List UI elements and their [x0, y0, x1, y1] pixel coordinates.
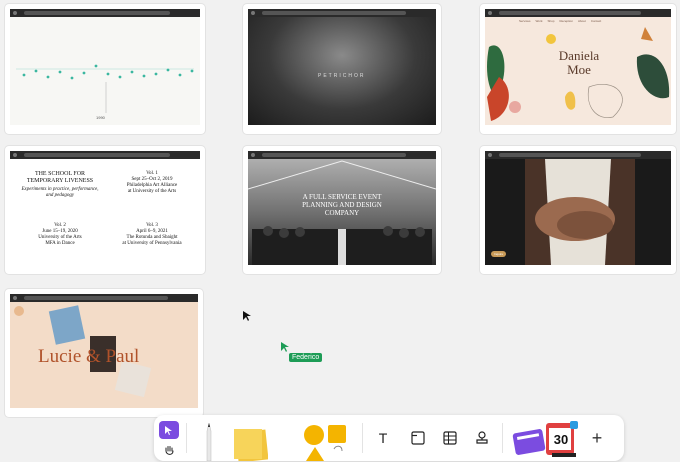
hand-icon	[165, 445, 173, 455]
vol3-block: Vol. 3 April 6–9, 2021 The Rotunda and S…	[114, 223, 190, 247]
collaborator-cursor-icon	[281, 342, 289, 352]
vol1-block: Vol. 1 Sept 25–Oct 2, 2019 Philadelphia …	[114, 171, 190, 195]
table-icon	[443, 431, 457, 445]
nav-item[interactable]: Reception	[559, 19, 573, 23]
collaborator-name-badge: Federico	[289, 353, 323, 362]
vol-line: at University of the Arts	[127, 189, 177, 194]
table-tool-button[interactable]	[440, 428, 460, 448]
school-page: THE SCHOOL FOR TEMPORARY LIVENESS Experi…	[10, 159, 200, 265]
board-frame-hands[interactable]: Inquire	[480, 146, 676, 274]
clouds-page: PETRICHOR	[248, 17, 436, 125]
bottom-toolbar: T 30 +	[154, 415, 624, 461]
more-tools-button[interactable]: +	[586, 427, 608, 449]
vol-line: MFA in Dance	[45, 241, 75, 246]
event-page: A FULL SERVICE EVENT PLANNING AND DESIGN…	[248, 159, 436, 265]
hands-page: Inquire	[485, 159, 671, 265]
widgets-tool-button[interactable]: 30	[512, 419, 582, 459]
stamp-icon	[476, 431, 488, 444]
daniela-title: Daniela Moe	[558, 48, 600, 77]
section-tool-button[interactable]	[408, 428, 428, 448]
couple-photo	[485, 159, 671, 265]
sticky-note-icon	[234, 429, 268, 461]
pen-icon	[206, 423, 212, 461]
nav-item[interactable]: Services	[519, 19, 531, 23]
mouse-pointer-icon	[243, 311, 251, 321]
pointer-icon	[165, 425, 172, 435]
lucie-heading: Lucie & Paul	[38, 346, 140, 367]
plus-icon: +	[591, 427, 603, 448]
text-tool-label: T	[378, 430, 388, 446]
pen-tool-button[interactable]	[202, 423, 216, 461]
nav-item[interactable]: About	[578, 19, 586, 23]
timeline-page: 1990	[10, 17, 200, 125]
board-frame-daniela-moe[interactable]: Services Work Shop Reception About Conta…	[480, 4, 676, 134]
shapes-icon	[304, 425, 346, 461]
sticky-note-tool-button[interactable]	[234, 425, 268, 461]
select-tool-button[interactable]	[159, 421, 179, 439]
timeline-label: 1990	[96, 115, 105, 120]
inquire-button[interactable]: Inquire	[491, 251, 507, 257]
text-tool-button[interactable]: T	[371, 427, 395, 449]
event-heading: A FULL SERVICE EVENT PLANNING AND DESIGN…	[302, 193, 382, 217]
timeline-dots	[16, 64, 194, 113]
shape-tool-button[interactable]	[302, 423, 348, 461]
nav-item[interactable]: Shop	[547, 19, 554, 23]
daniela-nav: Services Work Shop Reception About Conta…	[519, 19, 601, 23]
board-frame-clouds[interactable]: PETRICHOR	[243, 4, 441, 134]
board-frame-lucie-paul[interactable]: Lucie & Paul	[5, 289, 203, 417]
board-frame-event[interactable]: A FULL SERVICE EVENT PLANNING AND DESIGN…	[243, 146, 441, 274]
school-subtitle: Experiments in practice, performance, an…	[21, 187, 99, 198]
nav-item[interactable]: Work	[536, 19, 543, 23]
hand-tool-button[interactable]	[159, 442, 179, 458]
lucie-page: Lucie & Paul	[10, 302, 198, 408]
daniela-page: Services Work Shop Reception About Conta…	[485, 17, 671, 125]
board-frame-school[interactable]: THE SCHOOL FOR TEMPORARY LIVENESS Experi…	[5, 146, 205, 274]
stamp-tool-button[interactable]	[472, 428, 492, 448]
vol-line: at University of Pennsylvania	[122, 241, 182, 246]
clouds-title: PETRICHOR	[318, 73, 366, 79]
school-title: THE SCHOOL FOR TEMPORARY LIVENESS	[26, 171, 94, 184]
calendar-day: 30	[553, 432, 569, 447]
toolbar-divider	[502, 423, 503, 453]
board-frame-timeline[interactable]: 1990	[5, 4, 205, 134]
toolbar-divider	[186, 423, 187, 453]
nav-item[interactable]: Contact	[591, 19, 601, 23]
frame-icon	[411, 431, 425, 445]
toolbar-divider	[362, 423, 363, 453]
vol2-block: Vol. 2 June 15–19, 2020 University of th…	[20, 223, 100, 247]
